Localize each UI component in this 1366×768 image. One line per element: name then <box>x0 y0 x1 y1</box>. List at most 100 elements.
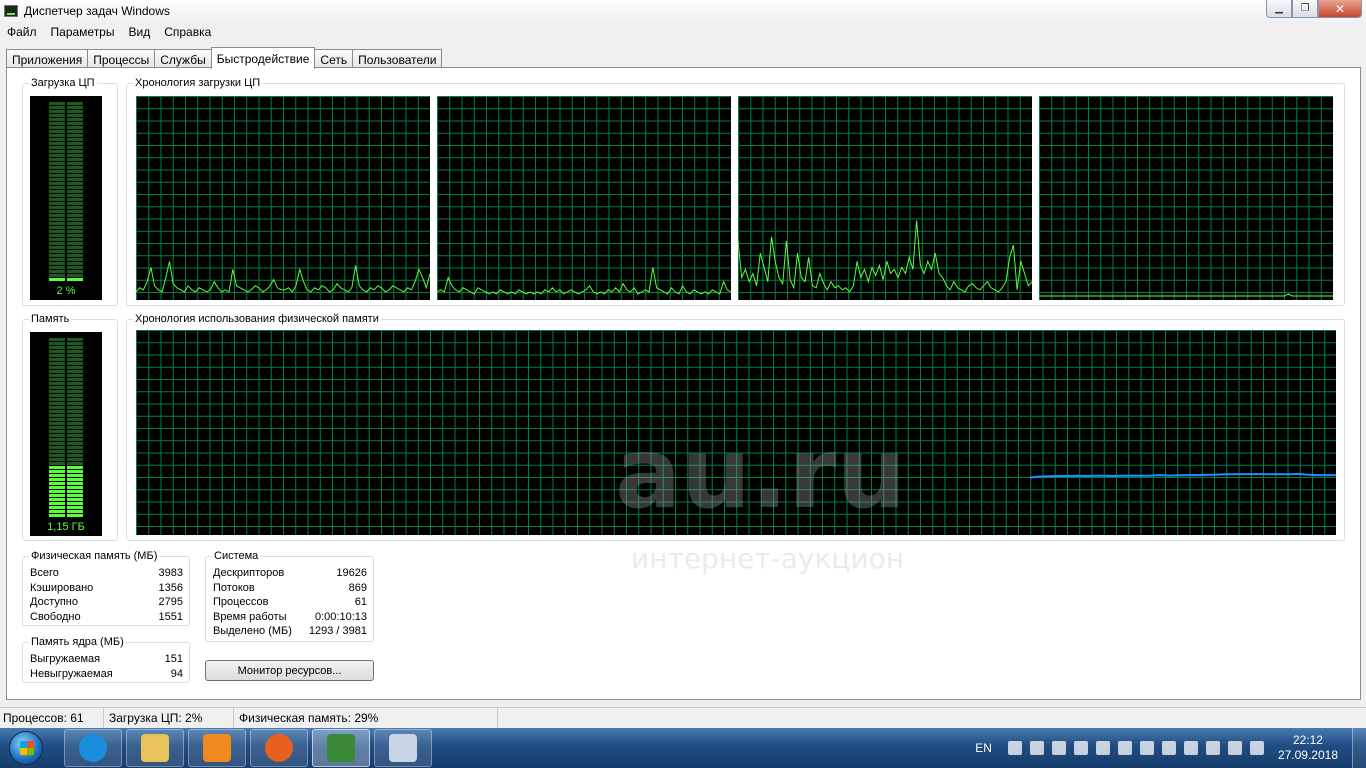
taskbar-task-manager-button[interactable] <box>312 729 370 767</box>
memory-label: Память <box>29 313 72 326</box>
start-button[interactable] <box>0 728 52 768</box>
clock-date: 27.09.2018 <box>1277 748 1338 762</box>
tools-icon[interactable] <box>1051 741 1066 755</box>
taskbar-media-player-button[interactable] <box>188 729 246 767</box>
cpu-meter-segment <box>49 110 65 113</box>
memory-meter-segment <box>49 390 65 393</box>
taskbar-firefox-button[interactable] <box>250 729 308 767</box>
title-bar: Диспетчер задач Windows ▁ ❐ ✕ <box>0 0 1366 22</box>
paint-icon <box>389 734 417 762</box>
menu-file[interactable]: Файл <box>0 25 44 39</box>
close-button[interactable]: ✕ <box>1318 0 1362 18</box>
stat-row-cached: Кэшировано 1356 <box>30 581 183 596</box>
clock[interactable]: 22:12 27.09.2018 <box>1278 733 1338 763</box>
usb-icon[interactable] <box>1205 741 1220 755</box>
minimize-button[interactable]: ▁ <box>1266 0 1292 18</box>
wifi-icon[interactable] <box>1029 741 1044 755</box>
memory-meter-segment <box>67 514 83 517</box>
network-icon[interactable] <box>1007 741 1022 755</box>
cpu-meter-segment <box>67 106 83 109</box>
shield-icon[interactable] <box>1161 741 1176 755</box>
kernel-memory-table: Выгружаемая 151 Невыгружаемая 94 <box>30 652 183 681</box>
memory-meter-segment <box>49 338 65 341</box>
signal-icon[interactable] <box>1227 741 1242 755</box>
language-indicator[interactable]: EN <box>975 741 992 755</box>
memory-meter-segment <box>49 394 65 397</box>
avast-icon[interactable] <box>1117 741 1132 755</box>
memory-meter-segment <box>67 430 83 433</box>
cpu-meter-segment <box>49 166 65 169</box>
memory-meter-segment <box>67 410 83 413</box>
stat-label: Потоков <box>213 581 255 594</box>
tab-users[interactable]: Пользователи <box>352 49 443 69</box>
cpu-meter-segment <box>49 162 65 165</box>
cpu-meter-segment <box>67 114 83 117</box>
bluetooth-icon[interactable] <box>1139 741 1154 755</box>
stat-label: Процессов <box>213 596 269 609</box>
tab-networking[interactable]: Сеть <box>314 49 354 69</box>
firefox-icon <box>265 734 293 762</box>
volume-icon[interactable] <box>1249 741 1264 755</box>
display-icon[interactable] <box>1073 741 1088 755</box>
physical-memory-table: Всего 3983 Кэшировано 1356 Доступно 2795 Св… <box>30 566 183 624</box>
menu-help[interactable]: Справка <box>157 25 218 39</box>
memory-meter-segment <box>49 482 65 485</box>
memory-meter-segment <box>67 434 83 437</box>
cpu-meter-segment <box>49 230 65 233</box>
memory-usage-meter: 1,15 ГБ <box>30 332 102 536</box>
task-manager-tray-icon[interactable] <box>1183 741 1198 755</box>
resource-monitor-button[interactable]: Монитор ресурсов... <box>205 660 374 681</box>
cpu-meter-segment <box>49 274 65 277</box>
memory-meter-segment <box>49 430 65 433</box>
cpu-meter-segment <box>67 126 83 129</box>
cpu-meter-segment <box>67 254 83 257</box>
memory-meter-segment <box>49 346 65 349</box>
cpu-meter-segment <box>49 154 65 157</box>
cpu-meter-segment <box>49 170 65 173</box>
memory-meter-segment <box>67 338 83 341</box>
taskbar-items <box>64 729 436 767</box>
taskbar-internet-explorer-button[interactable] <box>64 729 122 767</box>
stat-value: 869 <box>348 581 367 594</box>
menu-view[interactable]: Вид <box>121 25 157 39</box>
cpu-meter-segment <box>67 162 83 165</box>
cpu-meter-segment <box>49 126 65 129</box>
tab-services[interactable]: Службы <box>154 49 212 69</box>
cpu-meter-segment <box>67 250 83 253</box>
memory-meter-segment <box>49 486 65 489</box>
stat-value: 19626 <box>336 567 367 579</box>
tab-applications[interactable]: Приложения <box>6 49 89 69</box>
taskbar-paint-button[interactable] <box>374 729 432 767</box>
monitor-icon[interactable] <box>1095 741 1110 755</box>
maximize-button[interactable]: ❐ <box>1292 0 1318 18</box>
memory-meter-segment <box>49 490 65 493</box>
show-desktop-button[interactable] <box>1352 728 1366 768</box>
cpu-meter-segment <box>67 258 83 261</box>
memory-meter-segment <box>67 418 83 421</box>
tab-performance[interactable]: Быстродействие <box>210 47 316 69</box>
physical-memory-group: Физическая память (МБ) Всего 3983 Кэширов… <box>22 550 190 626</box>
memory-meter-segment <box>67 406 83 409</box>
tab-strip: Приложения Процессы Службы Быстродействи… <box>6 47 443 69</box>
memory-meter-segment <box>49 502 65 505</box>
stat-row-handles: Дескрипторов 19626 <box>213 566 367 581</box>
memory-history-group: Хронология использования физической памя… <box>126 313 1345 541</box>
memory-meter-segment <box>49 458 65 461</box>
menu-options[interactable]: Параметры <box>44 25 122 39</box>
tab-processes[interactable]: Процессы <box>87 49 156 69</box>
watermark-subtitle: интернет-аукцион <box>631 542 905 575</box>
taskbar-file-explorer-button[interactable] <box>126 729 184 767</box>
memory-meter-segment <box>49 514 65 517</box>
cpu-meter-segment <box>67 266 83 269</box>
task-manager-icon <box>327 734 355 762</box>
cpu-meter-segment <box>49 266 65 269</box>
cpu-meter-segment <box>49 246 65 249</box>
memory-meter-segment <box>49 422 65 425</box>
system-label: Система <box>212 550 261 563</box>
memory-meter-segment <box>67 494 83 497</box>
cpu-meter-segment <box>67 118 83 121</box>
cpu-meter-segment <box>67 158 83 161</box>
stat-value: 1293 / 3981 <box>308 625 367 638</box>
memory-meter-segment <box>67 446 83 449</box>
stat-label: Всего <box>30 567 59 579</box>
